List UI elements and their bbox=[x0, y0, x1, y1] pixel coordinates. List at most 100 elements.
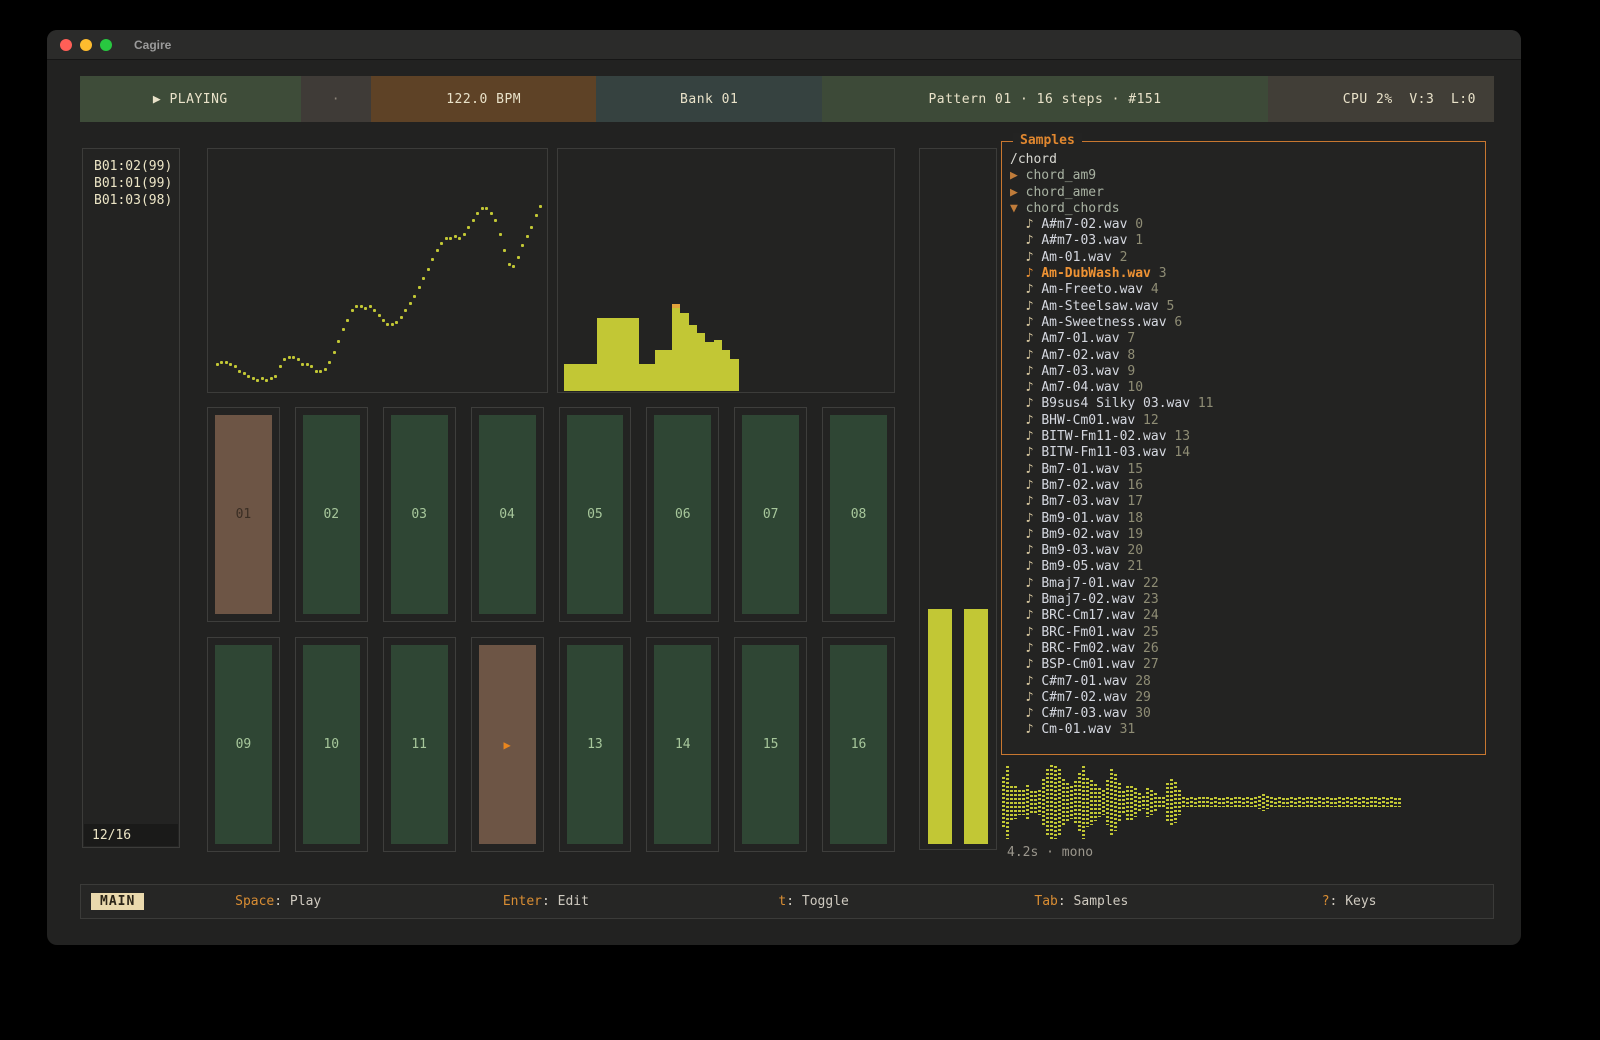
pad-cell-05[interactable]: 05 bbox=[559, 407, 632, 622]
pad-08[interactable]: 08 bbox=[830, 415, 887, 614]
pad-cell-14[interactable]: 14 bbox=[646, 637, 719, 852]
sample-file-row[interactable]: ♪ B9sus4 Silky 03.wav 11 bbox=[1010, 396, 1479, 412]
sample-file-row[interactable]: ♪ Bm9-03.wav 20 bbox=[1010, 543, 1479, 559]
sample-file-row[interactable]: ♪ Bm9-05.wav 21 bbox=[1010, 559, 1479, 575]
sample-file-row[interactable]: ♪ BITW-Fm11-03.wav 14 bbox=[1010, 445, 1479, 461]
sample-file-row[interactable]: ♪ Bm9-01.wav 18 bbox=[1010, 511, 1479, 527]
sample-file-row[interactable]: ♪ A#m7-02.wav 0 bbox=[1010, 217, 1479, 233]
close-window-button[interactable] bbox=[60, 39, 72, 51]
pad-cell-10[interactable]: 10 bbox=[295, 637, 368, 852]
waveform-column bbox=[1202, 797, 1205, 809]
pad-cell-09[interactable]: 09 bbox=[207, 637, 280, 852]
folder-row-chord_am9[interactable]: ▶ chord_am9 bbox=[1010, 168, 1479, 184]
sample-file-row[interactable]: ♪ BITW-Fm11-02.wav 13 bbox=[1010, 429, 1479, 445]
pad-05[interactable]: 05 bbox=[567, 415, 624, 614]
pad-cell-04[interactable]: 04 bbox=[471, 407, 544, 622]
waveform-column bbox=[1382, 797, 1385, 807]
sample-file-row[interactable]: ♪ Bm7-03.wav 17 bbox=[1010, 494, 1479, 510]
sample-file-name: A#m7-02.wav bbox=[1041, 217, 1127, 232]
sample-file-row[interactable]: ♪ C#m7-03.wav 30 bbox=[1010, 706, 1479, 722]
sample-file-row[interactable]: ♪ C#m7-01.wav 28 bbox=[1010, 674, 1479, 690]
spectrum-bar bbox=[705, 342, 713, 391]
sample-file-row[interactable]: ♪ Am7-02.wav 8 bbox=[1010, 348, 1479, 364]
waveform-column bbox=[1002, 777, 1005, 828]
sample-file-row[interactable]: ♪ Am7-04.wav 10 bbox=[1010, 380, 1479, 396]
scatter-dot bbox=[324, 368, 327, 371]
sample-file-row[interactable]: ♪ Am-DubWash.wav 3 bbox=[1010, 266, 1479, 282]
pad-cell-08[interactable]: 08 bbox=[822, 407, 895, 622]
spectrum-bar bbox=[631, 318, 639, 391]
pad-13[interactable]: 13 bbox=[567, 645, 624, 844]
waveform-column bbox=[1038, 790, 1041, 816]
sample-file-row[interactable]: ♪ Am-Steelsaw.wav 5 bbox=[1010, 299, 1479, 315]
sample-file-row[interactable]: ♪ Bm7-02.wav 16 bbox=[1010, 478, 1479, 494]
folder-expanded-icon[interactable]: ▼ bbox=[1010, 201, 1026, 216]
sample-file-row[interactable]: ♪ Bm7-01.wav 15 bbox=[1010, 462, 1479, 478]
pad-06[interactable]: 06 bbox=[654, 415, 711, 614]
pad-16[interactable]: 16 bbox=[830, 645, 887, 844]
pad-cell-12[interactable]: ▶ bbox=[471, 637, 544, 852]
shortcut-?[interactable]: ?: Keys bbox=[1215, 894, 1483, 909]
sample-file-row[interactable]: ♪ Cm-01.wav 31 bbox=[1010, 722, 1479, 738]
pad-10[interactable]: 10 bbox=[303, 645, 360, 844]
folder-row-chord_chords[interactable]: ▼ chord_chords bbox=[1010, 201, 1479, 217]
waveform-column bbox=[1194, 798, 1197, 807]
step-position: 12/16 bbox=[84, 824, 178, 846]
pad-04[interactable]: 04 bbox=[479, 415, 536, 614]
pad-11[interactable]: 11 bbox=[391, 645, 448, 844]
shortcut-space[interactable]: Space: Play bbox=[144, 894, 412, 909]
shortcut-t[interactable]: t: Toggle bbox=[680, 894, 948, 909]
pad-12[interactable]: ▶ bbox=[479, 645, 536, 844]
folder-collapsed-icon[interactable]: ▶ bbox=[1010, 185, 1026, 200]
sample-file-row[interactable]: ♪ BRC-Fm02.wav 26 bbox=[1010, 641, 1479, 657]
pad-07[interactable]: 07 bbox=[742, 415, 799, 614]
sample-file-row[interactable]: ♪ Bmaj7-01.wav 22 bbox=[1010, 576, 1479, 592]
sample-file-row[interactable]: ♪ Am-Freeto.wav 4 bbox=[1010, 282, 1479, 298]
sample-file-row[interactable]: ♪ Am7-03.wav 9 bbox=[1010, 364, 1479, 380]
window-title: Cagire bbox=[134, 38, 171, 52]
pad-01[interactable]: 01 bbox=[215, 415, 272, 614]
scatter-dot bbox=[431, 258, 434, 261]
pad-15[interactable]: 15 bbox=[742, 645, 799, 844]
music-note-icon: ♪ bbox=[1010, 380, 1041, 395]
pad-cell-13[interactable]: 13 bbox=[559, 637, 632, 852]
pad-cell-15[interactable]: 15 bbox=[734, 637, 807, 852]
samples-path: /chord bbox=[1010, 152, 1479, 168]
shortcut-enter[interactable]: Enter: Edit bbox=[412, 894, 680, 909]
music-note-icon: ♪ bbox=[1010, 348, 1041, 363]
pad-cell-07[interactable]: 07 bbox=[734, 407, 807, 622]
folder-row-chord_amer[interactable]: ▶ chord_amer bbox=[1010, 185, 1479, 201]
pad-cell-16[interactable]: 16 bbox=[822, 637, 895, 852]
sample-file-row[interactable]: ♪ BRC-Fm01.wav 25 bbox=[1010, 625, 1479, 641]
sample-file-row[interactable]: ♪ A#m7-03.wav 1 bbox=[1010, 233, 1479, 249]
sample-file-row[interactable]: ♪ BRC-Cm17.wav 24 bbox=[1010, 608, 1479, 624]
pad-cell-03[interactable]: 03 bbox=[383, 407, 456, 622]
music-note-icon: ♪ bbox=[1010, 706, 1041, 721]
pad-cell-01[interactable]: 01 bbox=[207, 407, 280, 622]
zoom-window-button[interactable] bbox=[100, 39, 112, 51]
minimize-window-button[interactable] bbox=[80, 39, 92, 51]
pad-09[interactable]: 09 bbox=[215, 645, 272, 844]
sample-file-index: 8 bbox=[1120, 348, 1136, 363]
sample-file-row[interactable]: ♪ Am7-01.wav 7 bbox=[1010, 331, 1479, 347]
sample-file-row[interactable]: ♪ BHW-Cm01.wav 12 bbox=[1010, 413, 1479, 429]
pad-14[interactable]: 14 bbox=[654, 645, 711, 844]
sample-file-row[interactable]: ♪ Am-01.wav 2 bbox=[1010, 250, 1479, 266]
shortcut-key: Tab bbox=[1034, 894, 1057, 909]
waveform-column bbox=[1150, 790, 1153, 816]
samples-tree: /chord▶ chord_am9▶ chord_amer▼ chord_cho… bbox=[1002, 142, 1485, 739]
sample-file-row[interactable]: ♪ BSP-Cm01.wav 27 bbox=[1010, 657, 1479, 673]
sample-file-row[interactable]: ♪ C#m7-02.wav 29 bbox=[1010, 690, 1479, 706]
sample-file-row[interactable]: ♪ Am-Sweetness.wav 6 bbox=[1010, 315, 1479, 331]
folder-collapsed-icon[interactable]: ▶ bbox=[1010, 168, 1026, 183]
sample-file-row[interactable]: ♪ Bm9-02.wav 19 bbox=[1010, 527, 1479, 543]
shortcut-tab[interactable]: Tab: Samples bbox=[948, 894, 1216, 909]
pad-cell-02[interactable]: 02 bbox=[295, 407, 368, 622]
pad-cell-06[interactable]: 06 bbox=[646, 407, 719, 622]
sample-file-row[interactable]: ♪ Bmaj7-02.wav 23 bbox=[1010, 592, 1479, 608]
pad-02[interactable]: 02 bbox=[303, 415, 360, 614]
waveform-column bbox=[1210, 798, 1213, 807]
pad-cell-11[interactable]: 11 bbox=[383, 637, 456, 852]
pad-03[interactable]: 03 bbox=[391, 415, 448, 614]
shortcut-key: t bbox=[778, 894, 786, 909]
